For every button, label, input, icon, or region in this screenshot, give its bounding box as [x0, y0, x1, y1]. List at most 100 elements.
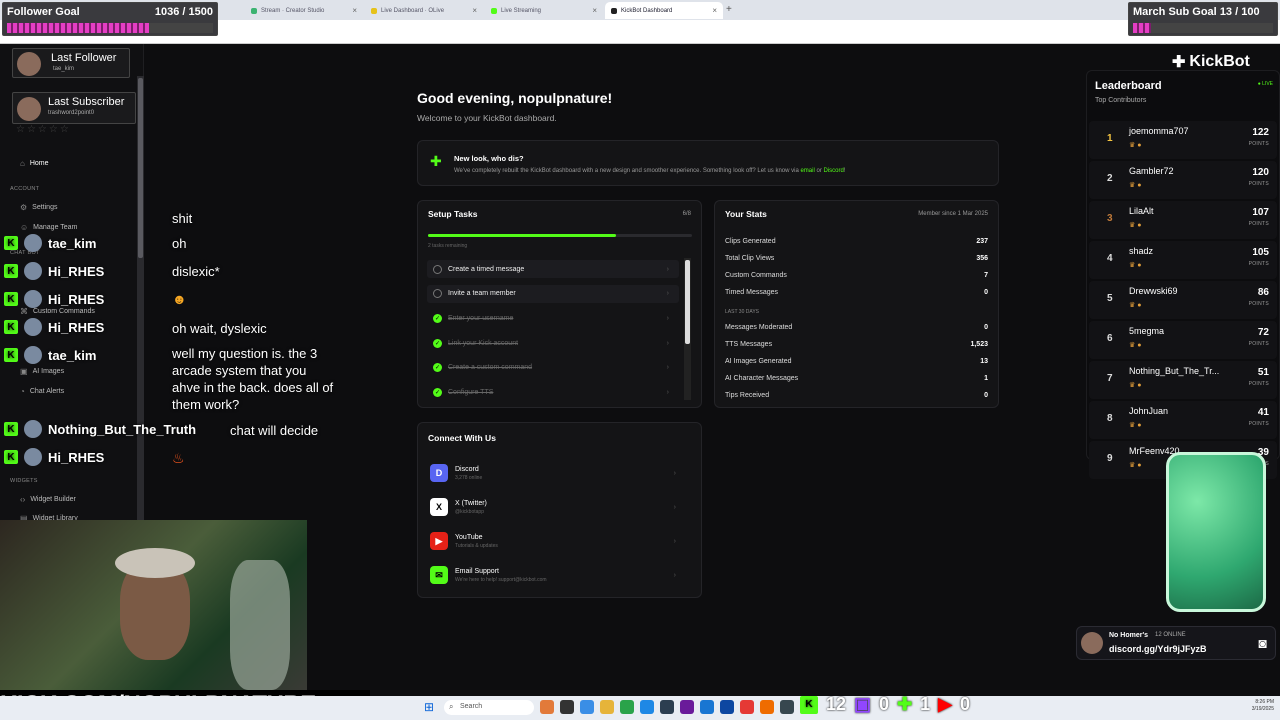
sidebar-item-label: AI Images: [32, 368, 65, 375]
close-icon[interactable]: ×: [472, 6, 477, 15]
search-icon: ⌕: [449, 702, 454, 711]
taskbar-app-icon[interactable]: [620, 700, 634, 714]
taskbar-search[interactable]: ⌕ Search: [444, 700, 534, 715]
taskbar-app-icon[interactable]: [680, 700, 694, 714]
tasks-scrollbar[interactable]: [684, 258, 691, 400]
taskbar-app-icon[interactable]: [700, 700, 714, 714]
setup-task-item[interactable]: ✓ Create a custom command ›: [427, 359, 679, 377]
close-icon[interactable]: ×: [592, 6, 597, 15]
setup-task-label: Enter your username: [448, 314, 514, 322]
setup-task-item[interactable]: ✓ Link your Kick account ›: [427, 334, 679, 352]
leaderboard-row[interactable]: 3 LilaAlt ♛ ● 107 POINTS: [1089, 201, 1277, 239]
last-follower-overlay: Last Follower tae_kim: [12, 48, 130, 78]
close-icon[interactable]: ×: [712, 6, 717, 15]
windows-icon[interactable]: ⊞: [424, 700, 434, 714]
discord-server-name: No Homer's: [1109, 632, 1149, 639]
code-icon: ‹›: [20, 495, 26, 504]
last-subscriber-name: trashword2point0: [48, 110, 95, 116]
brand-logo[interactable]: ✚ KickBot: [1172, 52, 1250, 72]
browser-tab[interactable]: Live Dashboard · OLive ×: [365, 2, 483, 19]
chat-user-row: Ktae_kim: [4, 231, 96, 255]
discord-invite-link[interactable]: discord.gg/Ydr9jJFyzB: [1109, 644, 1207, 654]
chat-message: chat will decide: [230, 423, 319, 438]
sidebar-item-chat-alerts[interactable]: ◔ Chat Alerts: [20, 387, 64, 396]
sidebar-item-ai-images[interactable]: ▣ AI Images: [20, 367, 64, 376]
connect-link-email[interactable]: ✉ Email Support We're here to help! suppor…: [430, 561, 690, 589]
taskbar-app-icon[interactable]: [760, 700, 774, 714]
connect-link-text: X (Twitter) @kickbotapp: [455, 500, 487, 515]
taskbar-app-icon[interactable]: [540, 700, 554, 714]
setup-task-item[interactable]: Invite a team member ›: [427, 284, 679, 303]
leaderboard-points: 51: [1257, 367, 1269, 378]
stat-row: AI Character Messages 1: [725, 375, 988, 382]
chat-message: oh wait, dyslexic: [172, 321, 267, 336]
chat-user-row: K Nothing_But_The_Truth: [4, 417, 196, 441]
stat-value: 7: [984, 272, 988, 279]
connect-link-x[interactable]: X X (Twitter) @kickbotapp ›: [430, 493, 690, 521]
badges-icon: ♛ ●: [1129, 302, 1142, 309]
avatar: [24, 262, 42, 280]
chevron-right-icon: ›: [666, 265, 669, 273]
setup-task-label: Invite a team member: [448, 290, 516, 298]
follower-goal-overlay: Follower Goal 1036 / 1500: [2, 2, 218, 36]
leaderboard-rank: 3: [1107, 213, 1113, 224]
setup-task-label: Link your Kick account: [448, 339, 519, 347]
leaderboard-title: Leaderboard: [1095, 80, 1162, 92]
leaderboard-row[interactable]: 8 JohnJuan ♛ ● 41 POINTS: [1089, 401, 1277, 439]
chevron-right-icon: ›: [666, 389, 669, 396]
new-tab-button[interactable]: +: [726, 4, 732, 15]
connect-link-youtube[interactable]: ▶ YouTube Tutorials & updates ›: [430, 527, 690, 555]
sidebar-item-widget-builder[interactable]: ‹› Widget Builder: [20, 495, 76, 504]
taskbar-clock[interactable]: 8:26 PM 3/19/2025: [1252, 699, 1274, 713]
email-link[interactable]: email: [800, 168, 814, 174]
stat-label: Custom Commands: [725, 272, 787, 279]
stat-row: AI Images Generated 13: [725, 358, 988, 365]
sidebar-item-label: Widget Builder: [30, 496, 76, 503]
leaderboard-row[interactable]: 2 Gambler72 ♛ ● 120 POINTS: [1089, 161, 1277, 199]
stat-value: 13: [980, 358, 988, 365]
chat-message: dislexic*: [172, 264, 220, 279]
taskbar-app-icon[interactable]: [720, 700, 734, 714]
bell-icon: ◔: [20, 387, 25, 396]
browser-tab[interactable]: KickBot Dashboard ×: [605, 2, 723, 19]
taskbar-app-icon[interactable]: [780, 700, 794, 714]
leaderboard-row[interactable]: 7 Nothing_But_The_Tr... ♛ ● 51 POINTS: [1089, 361, 1277, 399]
leaderboard-username: joemomma707: [1129, 126, 1189, 136]
leaderboard-username: 5megma: [1129, 326, 1165, 336]
stats-card: Your Stats Member since 1 Mar 2025 Clips…: [714, 200, 999, 408]
chat-username: Hi_RHES: [48, 449, 105, 465]
folder-icon[interactable]: [600, 700, 614, 714]
kick-badge-icon: K: [4, 292, 18, 306]
leaderboard-row[interactable]: 1 joemomma707 ♛ ● 122 POINTS: [1089, 121, 1277, 159]
leaderboard-row[interactable]: 4 shadz ♛ ● 105 POINTS: [1089, 241, 1277, 279]
sidebar-scrollbar-thumb[interactable]: [138, 78, 143, 258]
leaderboard-row[interactable]: 5 Drewwski69 ♛ ● 86 POINTS: [1089, 281, 1277, 319]
taskbar-app-icon[interactable]: [580, 700, 594, 714]
tasks-scrollbar-thumb[interactable]: [685, 260, 690, 344]
discord-link[interactable]: Discord: [824, 168, 844, 174]
leaderboard-points: 122: [1252, 127, 1269, 138]
setup-task-item[interactable]: Create a timed message ›: [427, 260, 679, 278]
badges-icon: ♛ ●: [1129, 182, 1142, 189]
leaderboard-row[interactable]: 6 5megma ♛ ● 72 POINTS: [1089, 321, 1277, 359]
taskbar-app-icon[interactable]: [740, 700, 754, 714]
browser-tab[interactable]: Stream · Creator Studio ×: [245, 2, 363, 19]
badges-icon: ♛ ●: [1129, 262, 1142, 269]
taskbar-app-icon[interactable]: [640, 700, 654, 714]
sidebar-item-settings[interactable]: ⚙ Settings: [20, 203, 57, 212]
taskbar-app-icon[interactable]: [660, 700, 674, 714]
taskbar-app-icon[interactable]: [560, 700, 574, 714]
setup-task-item[interactable]: ✓ Enter your username ›: [427, 309, 679, 327]
chat-message: well my question is. the 3 arcade system…: [172, 346, 334, 412]
sidebar-item-home[interactable]: ⌂ Home: [20, 159, 49, 168]
connect-link-discord[interactable]: D Discord 3,278 online ›: [430, 459, 690, 487]
setup-task-item[interactable]: ✓ Configure TTS ›: [427, 384, 679, 402]
leaderboard-username: LilaAlt: [1129, 206, 1154, 216]
kick-badge-icon: K: [4, 320, 18, 334]
stat-value: 237: [976, 238, 988, 245]
badges-icon: ♛ ●: [1129, 342, 1142, 349]
follower-goal-fill: [7, 23, 150, 33]
browser-tab[interactable]: Live Streaming ×: [485, 2, 603, 19]
stat-label: AI Character Messages: [725, 375, 799, 382]
close-icon[interactable]: ×: [352, 6, 357, 15]
